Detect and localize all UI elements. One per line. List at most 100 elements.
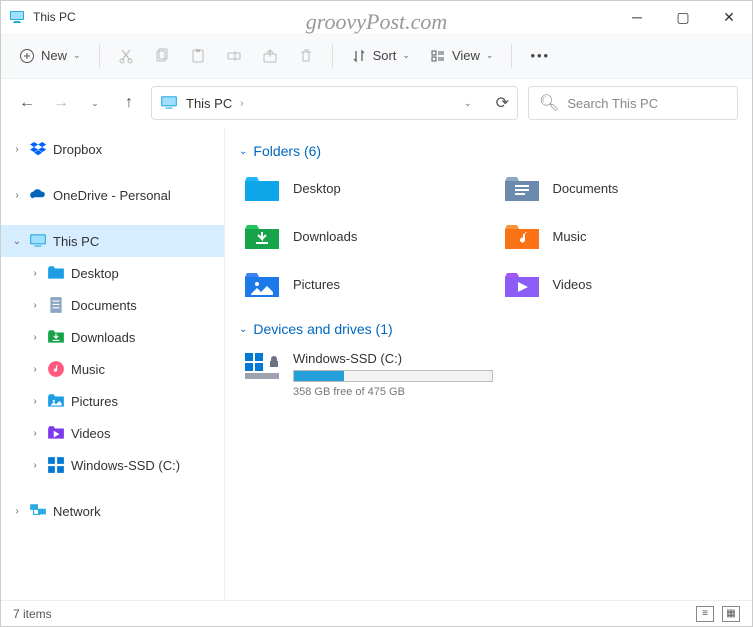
section-drives[interactable]: ⌄ Devices and drives (1) [239, 321, 738, 337]
window-title: This PC [33, 10, 76, 24]
chevron-right-icon[interactable]: › [29, 268, 41, 279]
sidebar-item-label: Dropbox [53, 142, 102, 157]
documents-icon [47, 296, 65, 314]
divider [99, 44, 100, 68]
chevron-right-icon[interactable]: › [240, 98, 243, 109]
folder-label: Downloads [293, 229, 357, 244]
sidebar-item-network[interactable]: › Network [1, 495, 224, 527]
section-label: Devices and drives (1) [253, 321, 392, 337]
delete-button[interactable] [290, 40, 322, 72]
sidebar-item-dropbox[interactable]: › Dropbox [1, 133, 224, 165]
chevron-down-icon: ⌄ [239, 146, 247, 157]
folder-videos[interactable]: Videos [499, 265, 739, 303]
folder-documents[interactable]: Documents [499, 169, 739, 207]
share-icon [262, 48, 278, 64]
chevron-down-icon[interactable]: ⌄ [11, 236, 23, 247]
drive-icon [243, 351, 281, 381]
folder-pictures[interactable]: Pictures [239, 265, 479, 303]
close-button[interactable]: ✕ [706, 1, 752, 33]
paste-icon [190, 48, 206, 64]
pictures-folder-icon [243, 269, 281, 299]
sidebar-item-documents[interactable]: › Documents [1, 289, 224, 321]
folder-label: Music [553, 229, 587, 244]
sidebar-item-pictures[interactable]: › Pictures [1, 385, 224, 417]
more-button[interactable]: ••• [522, 40, 558, 72]
chevron-down-icon: ⌄ [486, 50, 494, 61]
downloads-folder-icon [243, 221, 281, 251]
sort-icon [351, 48, 367, 64]
chevron-right-icon[interactable]: › [29, 428, 41, 439]
chevron-right-icon[interactable]: › [29, 300, 41, 311]
view-icon [430, 48, 446, 64]
folder-music[interactable]: Music [499, 217, 739, 255]
chevron-right-icon[interactable]: › [29, 396, 41, 407]
window-controls: ─ ▢ ✕ [614, 1, 752, 33]
cut-button[interactable] [110, 40, 142, 72]
pictures-icon [47, 392, 65, 410]
sidebar-item-videos[interactable]: › Videos [1, 417, 224, 449]
new-button[interactable]: New ⌄ [11, 40, 89, 72]
content-pane: ⌄ Folders (6) Desktop Documents Download… [225, 127, 752, 600]
chevron-right-icon[interactable]: › [29, 364, 41, 375]
sidebar-item-label: Pictures [71, 394, 118, 409]
sidebar-item-this-pc[interactable]: ⌄ This PC [1, 225, 224, 257]
drive-windows-ssd[interactable]: Windows-SSD (C:) 358 GB free of 475 GB [239, 347, 738, 402]
downloads-icon [47, 328, 65, 346]
sidebar-item-onedrive[interactable]: › OneDrive - Personal [1, 179, 224, 211]
chevron-right-icon[interactable]: › [29, 460, 41, 471]
drive-free-text: 358 GB free of 475 GB [293, 386, 493, 398]
search-icon: 🔍︎ [539, 93, 559, 113]
minimize-button[interactable]: ─ [614, 1, 660, 33]
divider [332, 44, 333, 68]
breadcrumb-root[interactable]: This PC [186, 96, 232, 111]
cut-icon [118, 48, 134, 64]
sidebar-item-label: Windows-SSD (C:) [71, 458, 180, 473]
ellipsis-icon: ••• [530, 48, 550, 63]
sort-button[interactable]: Sort ⌄ [343, 40, 418, 72]
paste-button[interactable] [182, 40, 214, 72]
search-box[interactable]: 🔍︎ [528, 86, 738, 120]
address-bar[interactable]: This PC › ⌄ ⟳ [151, 86, 518, 120]
chevron-right-icon[interactable]: › [29, 332, 41, 343]
section-folders[interactable]: ⌄ Folders (6) [239, 143, 738, 159]
copy-button[interactable] [146, 40, 178, 72]
section-label: Folders (6) [253, 143, 321, 159]
status-item-count: 7 items [13, 607, 52, 621]
chevron-right-icon[interactable]: › [11, 506, 23, 517]
up-button[interactable]: ↑ [117, 91, 141, 115]
icons-view-toggle[interactable]: ▦ [722, 606, 740, 622]
view-button[interactable]: View ⌄ [422, 40, 502, 72]
back-button[interactable]: ← [15, 91, 39, 115]
chevron-down-icon: ⌄ [402, 50, 410, 61]
dropbox-icon [29, 140, 47, 158]
chevron-down-icon: ⌄ [73, 50, 81, 61]
sidebar-item-desktop[interactable]: › Desktop [1, 257, 224, 289]
refresh-button[interactable]: ⟳ [496, 93, 509, 113]
folder-desktop[interactable]: Desktop [239, 169, 479, 207]
sidebar-item-downloads[interactable]: › Downloads [1, 321, 224, 353]
videos-folder-icon [503, 269, 541, 299]
chevron-down-icon[interactable]: ⌄ [464, 98, 472, 109]
plus-circle-icon [19, 48, 35, 64]
rename-icon [226, 48, 242, 64]
this-pc-icon [160, 94, 178, 112]
search-input[interactable] [567, 96, 727, 111]
forward-button[interactable]: → [49, 91, 73, 115]
folder-label: Pictures [293, 277, 340, 292]
maximize-button[interactable]: ▢ [660, 1, 706, 33]
divider [511, 44, 512, 68]
videos-icon [47, 424, 65, 442]
folder-downloads[interactable]: Downloads [239, 217, 479, 255]
navbar: ← → ⌄ ↑ This PC › ⌄ ⟳ 🔍︎ [1, 79, 752, 127]
chevron-right-icon[interactable]: › [11, 144, 23, 155]
sidebar-item-ssd[interactable]: › Windows-SSD (C:) [1, 449, 224, 481]
rename-button[interactable] [218, 40, 250, 72]
details-view-toggle[interactable]: ≡ [696, 606, 714, 622]
sidebar-item-label: Desktop [71, 266, 119, 281]
chevron-right-icon[interactable]: › [11, 190, 23, 201]
recent-button[interactable]: ⌄ [83, 91, 107, 115]
onedrive-icon [29, 186, 47, 204]
share-button[interactable] [254, 40, 286, 72]
desktop-icon [47, 264, 65, 282]
sidebar-item-music[interactable]: › Music [1, 353, 224, 385]
